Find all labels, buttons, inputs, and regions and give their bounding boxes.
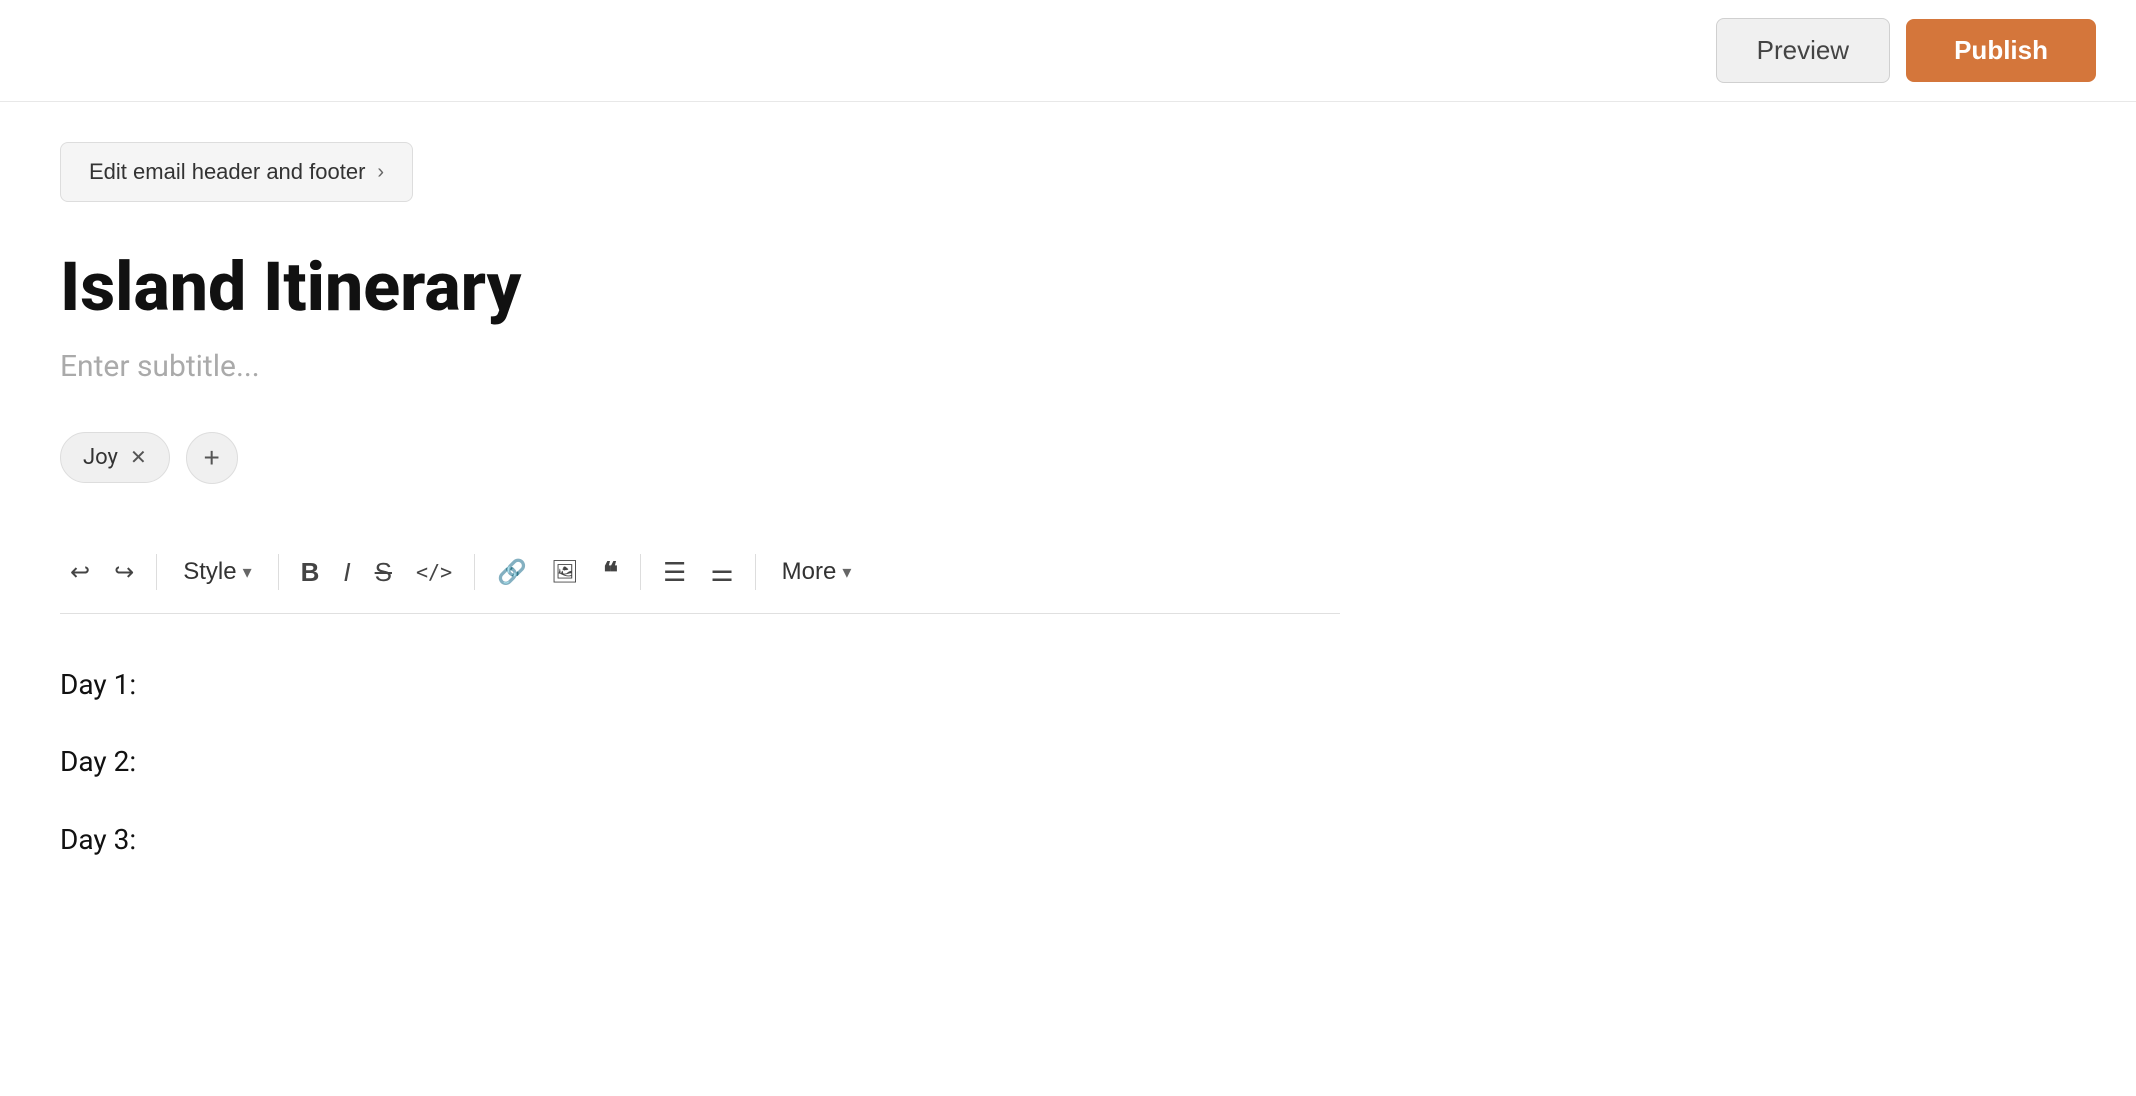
- italic-button[interactable]: I: [333, 549, 360, 596]
- style-label: Style: [183, 558, 236, 586]
- divider-2: [278, 554, 279, 590]
- more-label: More: [782, 558, 837, 586]
- undo-icon: ↩: [70, 558, 90, 587]
- post-title[interactable]: Island Itinerary: [60, 250, 1340, 325]
- strikethrough-icon: S: [375, 557, 392, 588]
- quote-button[interactable]: ❝: [593, 548, 628, 597]
- edit-email-button[interactable]: Edit email header and footer ›: [60, 142, 413, 202]
- divider-3: [474, 554, 475, 590]
- redo-icon: ↪: [114, 558, 134, 587]
- content-line-1[interactable]: Day 1:: [60, 654, 1340, 716]
- undo-button[interactable]: ↩: [60, 550, 100, 595]
- add-tag-button[interactable]: +: [186, 432, 238, 484]
- edit-email-label: Edit email header and footer: [89, 159, 365, 185]
- top-bar: Preview Publish: [0, 0, 2136, 102]
- more-dropdown-button[interactable]: More ▾: [768, 550, 866, 594]
- strikethrough-button[interactable]: S: [365, 549, 402, 596]
- redo-button[interactable]: ↪: [104, 550, 144, 595]
- link-button[interactable]: 🔗: [487, 550, 537, 595]
- code-icon: </>: [416, 560, 452, 584]
- ol-icon: ⚌: [710, 557, 732, 588]
- publish-button[interactable]: Publish: [1906, 19, 2096, 82]
- code-button[interactable]: </>: [406, 552, 462, 592]
- divider-5: [755, 554, 756, 590]
- content-line-2[interactable]: Day 2:: [60, 731, 1340, 793]
- bold-icon: B: [301, 557, 320, 588]
- divider-4: [640, 554, 641, 590]
- quote-icon: ❝: [603, 556, 618, 589]
- content-line-3[interactable]: Day 3:: [60, 809, 1340, 871]
- ordered-list-button[interactable]: ⚌: [700, 549, 742, 596]
- style-dropdown-button[interactable]: Style ▾: [169, 550, 265, 594]
- unordered-list-button[interactable]: ☰: [653, 549, 696, 596]
- content-area[interactable]: Day 1: Day 2: Day 3:: [60, 654, 1340, 871]
- tag-label: Joy: [83, 445, 118, 470]
- style-dropdown-chevron: ▾: [243, 562, 252, 583]
- bold-button[interactable]: B: [291, 549, 330, 596]
- tags-area: Joy ✕ +: [60, 432, 1340, 484]
- italic-icon: I: [343, 557, 350, 588]
- tag-joy: Joy ✕: [60, 432, 170, 483]
- editor-toolbar: ↩ ↪ Style ▾ B I S </> 🔗 🖼 ❝: [60, 532, 1340, 614]
- ul-icon: ☰: [663, 557, 686, 588]
- preview-button[interactable]: Preview: [1716, 18, 1890, 83]
- image-icon: 🖼: [551, 559, 579, 585]
- chevron-right-icon: ›: [377, 161, 384, 184]
- post-subtitle-placeholder[interactable]: Enter subtitle...: [60, 349, 1340, 384]
- tag-remove-button[interactable]: ✕: [130, 448, 147, 468]
- image-button[interactable]: 🖼: [541, 551, 589, 593]
- main-content: Edit email header and footer › Island It…: [0, 102, 1400, 927]
- divider-1: [156, 554, 157, 590]
- link-icon: 🔗: [497, 558, 527, 587]
- more-dropdown-chevron: ▾: [842, 562, 851, 583]
